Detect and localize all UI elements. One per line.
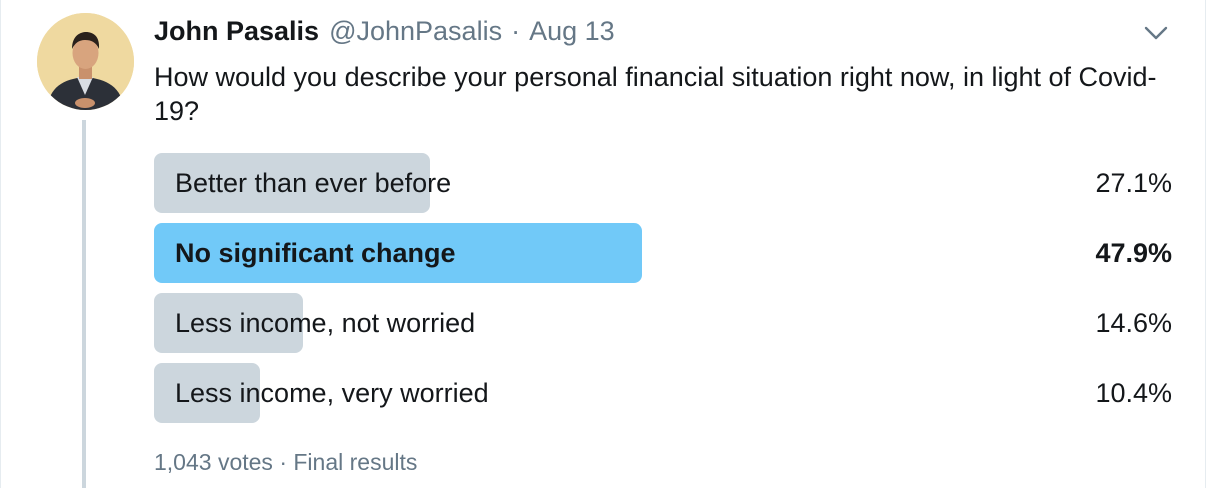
poll-option-percent: 10.4%	[1095, 378, 1172, 408]
poll-option: Less income, not worried 14.6%	[154, 293, 1172, 353]
chevron-down-icon	[1144, 26, 1168, 40]
tweet-header: John Pasalis @JohnPasalis · Aug 13	[154, 16, 615, 52]
poll: Better than ever before 27.1% No significa…	[154, 153, 1172, 433]
poll-status: Final results	[293, 449, 418, 475]
poll-option-percent: 27.1%	[1095, 168, 1172, 198]
thread-line	[82, 120, 86, 488]
poll-option-label: Less income, very worried	[175, 378, 489, 408]
author-handle[interactable]: @JohnPasalis	[329, 16, 502, 47]
profile-photo-icon	[37, 13, 134, 110]
tweet-card[interactable]: John Pasalis @JohnPasalis · Aug 13 How w…	[0, 0, 1206, 488]
poll-option-label: Less income, not worried	[175, 308, 476, 338]
avatar[interactable]	[37, 13, 134, 110]
poll-footer: 1,043 votes · Final results	[154, 449, 417, 476]
poll-option-label: No significant change	[175, 238, 456, 268]
poll-vote-count: 1,043 votes	[154, 449, 273, 475]
tweet-date[interactable]: Aug 13	[529, 16, 615, 47]
poll-option-label: Better than ever before	[175, 168, 452, 198]
poll-option: Better than ever before 27.1%	[154, 153, 1172, 213]
tweet-menu-button[interactable]	[1141, 20, 1171, 46]
poll-option-percent: 14.6%	[1095, 308, 1172, 338]
poll-option-percent: 47.9%	[1095, 238, 1172, 268]
author-name[interactable]: John Pasalis	[154, 16, 319, 47]
poll-option: No significant change 47.9%	[154, 223, 1172, 283]
poll-option: Less income, very worried 10.4%	[154, 363, 1172, 423]
header-separator: ·	[511, 16, 521, 46]
tweet-text: How would you describe your personal fin…	[154, 62, 1157, 126]
poll-footer-separator: ·	[279, 449, 287, 475]
